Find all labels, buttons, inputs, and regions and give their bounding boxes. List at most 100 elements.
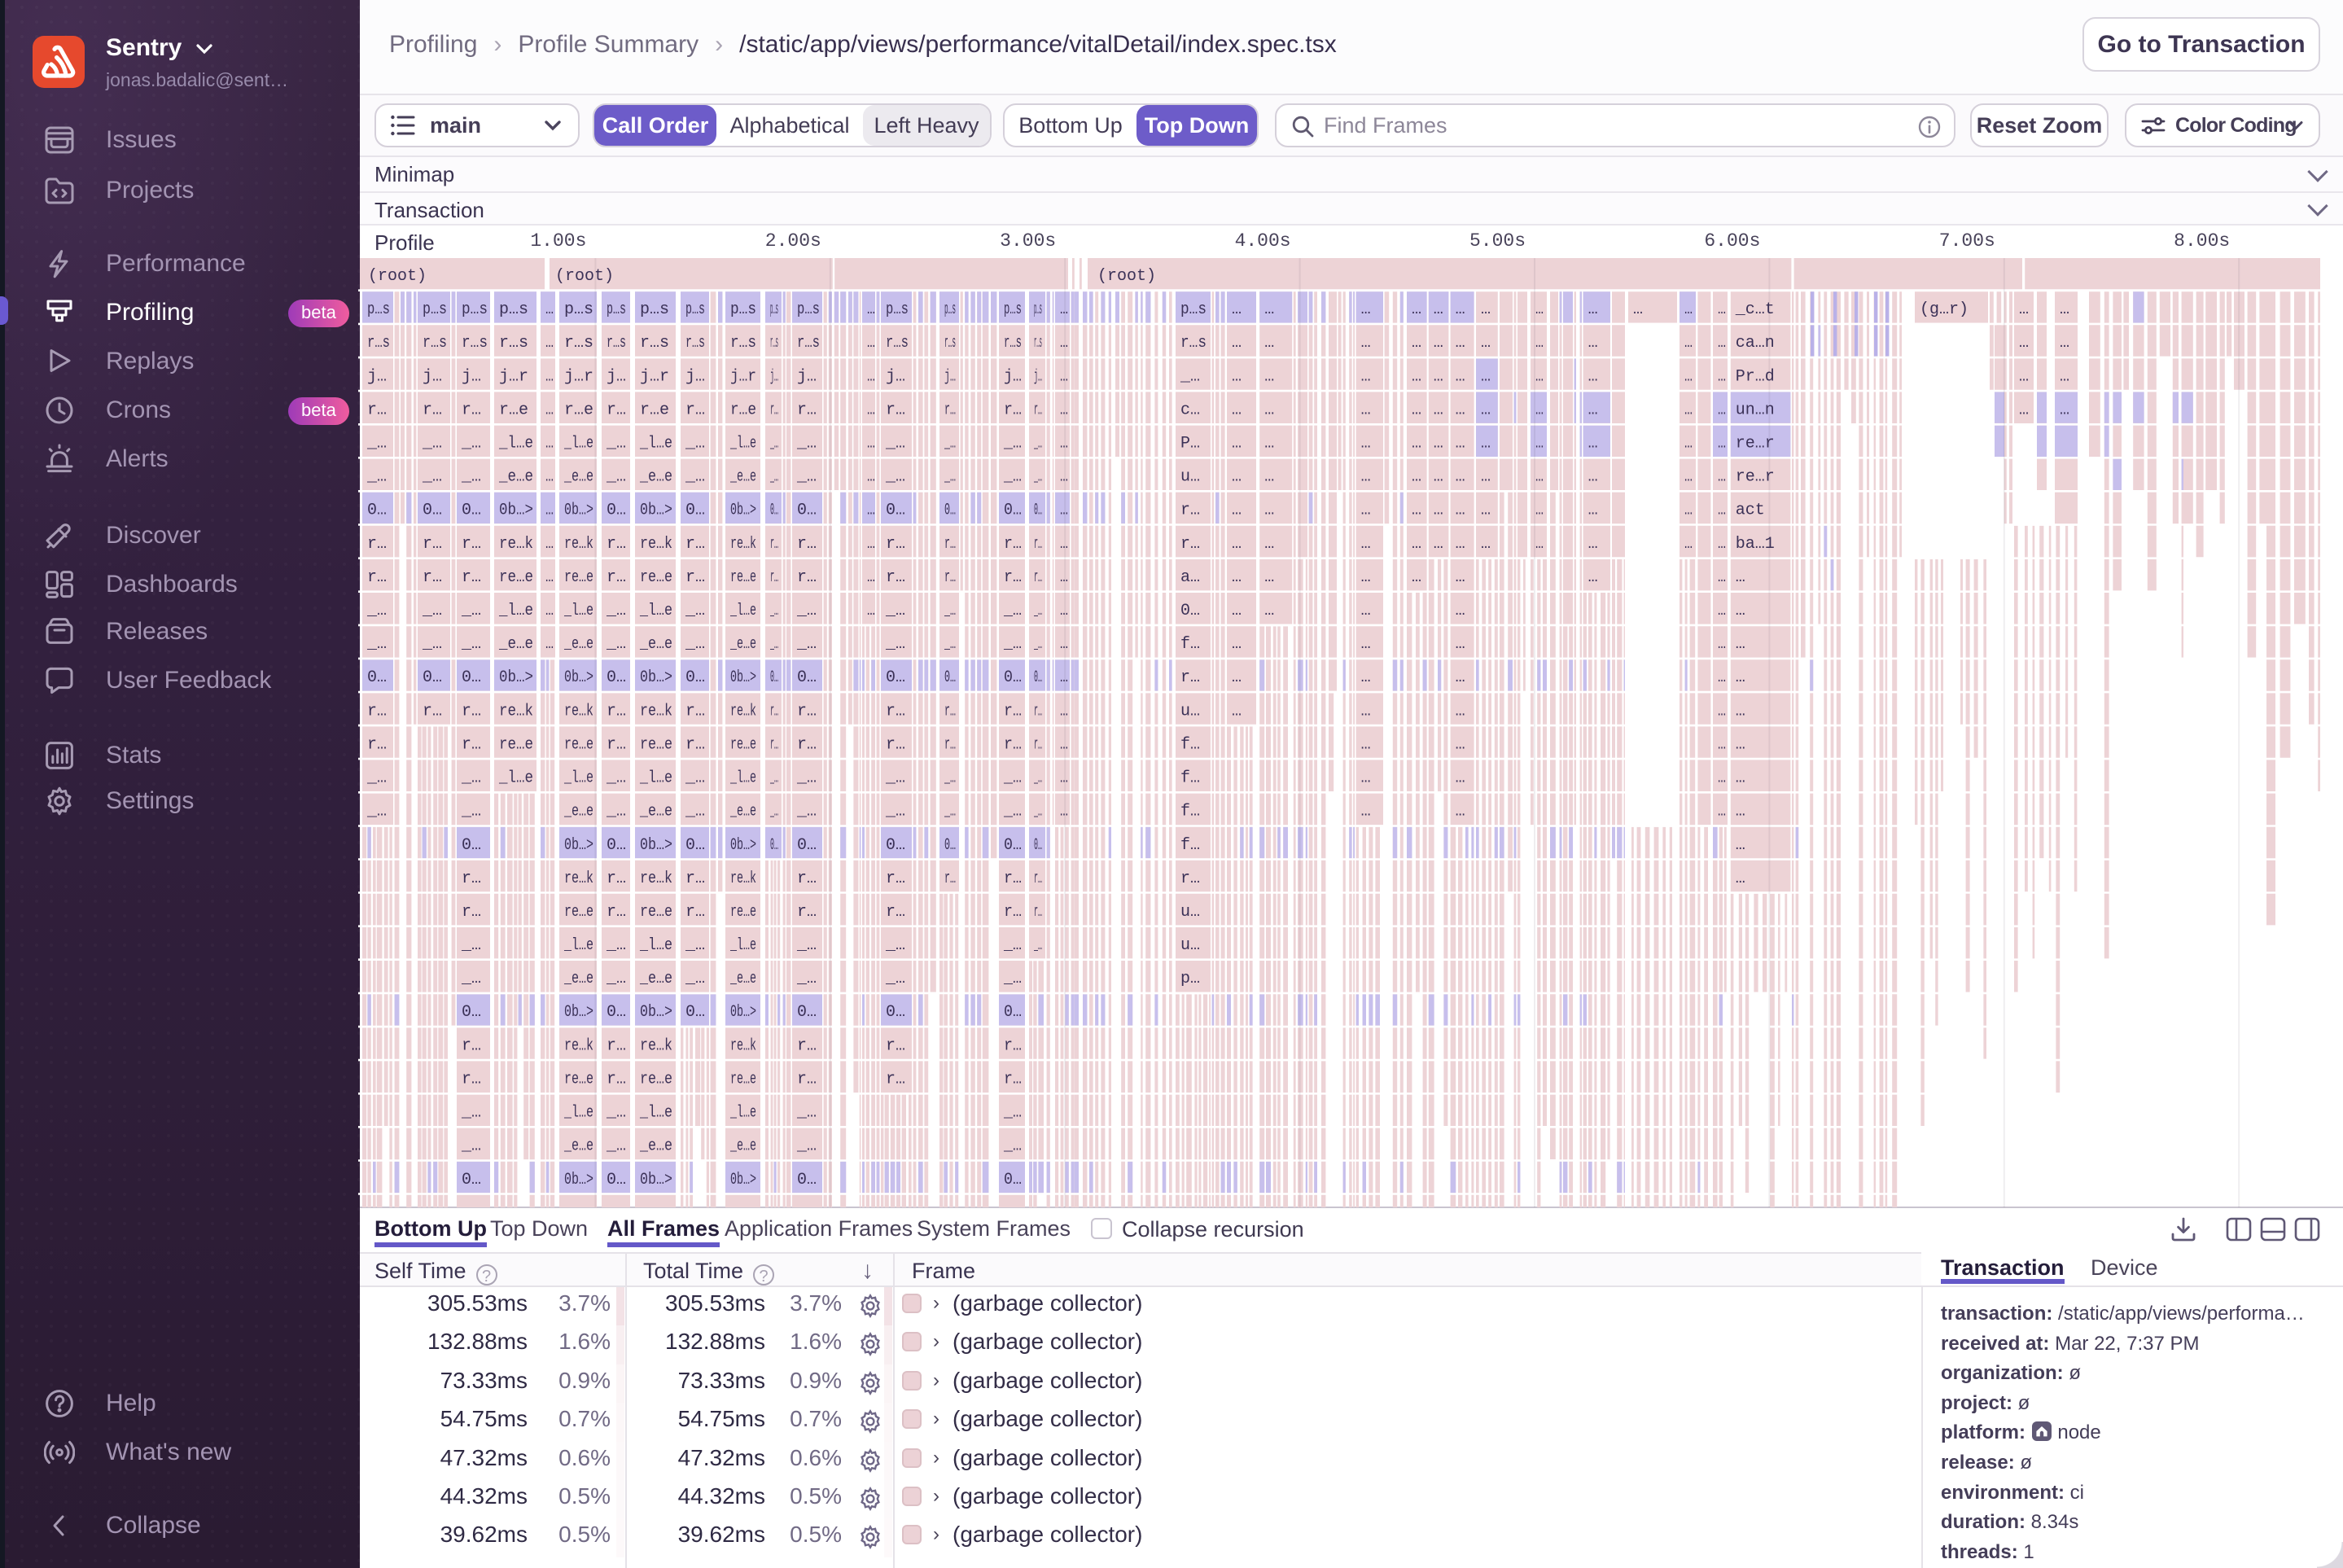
svg-text:r…: r… (797, 401, 817, 419)
svg-text:…: … (1232, 367, 1242, 386)
svg-text:re…k: re…k (564, 1036, 593, 1055)
svg-text:re…e: re…e (564, 735, 593, 754)
svg-text:0b…>: 0b…> (640, 1171, 672, 1189)
svg-text:…: … (1736, 769, 1745, 788)
svg-text:r…: r… (1180, 869, 1200, 888)
svg-text:re…e: re…e (640, 568, 672, 587)
svg-text:r…: r… (1004, 1036, 1022, 1055)
svg-text:…: … (1684, 501, 1693, 520)
svg-text:0b…>: 0b…> (730, 836, 756, 855)
svg-text:_l…e: _l…e (729, 936, 756, 955)
svg-text:0…: 0… (770, 501, 778, 520)
svg-text:_l…e: _l…e (639, 434, 672, 453)
svg-text:r…: r… (462, 1036, 481, 1055)
svg-text:…: … (1264, 602, 1274, 620)
svg-text:…: … (867, 602, 875, 620)
svg-text:r…: r… (607, 903, 626, 922)
svg-text:…: … (1456, 803, 1465, 821)
svg-text:…: … (2060, 300, 2069, 319)
svg-text:…: … (1456, 501, 1465, 520)
svg-text:_…: _… (461, 1103, 481, 1122)
svg-text:r…: r… (685, 702, 705, 720)
svg-text:…: … (1456, 735, 1465, 754)
svg-text:r…s: r…s (564, 334, 593, 353)
svg-text:…: … (1412, 334, 1421, 353)
svg-text:_e…e: _e…e (639, 1137, 672, 1156)
svg-text:r…: r… (886, 568, 905, 587)
svg-text:…: … (1232, 702, 1242, 720)
svg-text:(root): (root) (368, 267, 427, 286)
svg-text:_c…t: _c…t (1735, 300, 1775, 319)
svg-text:0…: 0… (1034, 668, 1042, 687)
svg-text:p…s: p…s (886, 300, 909, 319)
svg-text:…: … (545, 468, 554, 487)
svg-text:j…: j… (1004, 367, 1022, 386)
svg-text:…: … (545, 602, 554, 620)
svg-text:re…k: re…k (640, 535, 672, 554)
svg-text:…: … (1588, 535, 1598, 554)
svg-text:r…: r… (886, 401, 905, 419)
svg-text:…: … (1456, 668, 1465, 687)
svg-text:_…: _… (1003, 936, 1022, 955)
svg-text:…: … (1361, 434, 1371, 453)
svg-text:0…: 0… (607, 668, 626, 687)
svg-text:j…: j… (423, 367, 442, 386)
svg-text:…: … (1264, 300, 1274, 319)
svg-text:…: … (867, 535, 875, 554)
svg-text:_l…e: _l…e (729, 769, 756, 788)
svg-text:r…: r… (607, 568, 626, 587)
svg-text:r…: r… (1004, 1070, 1022, 1088)
svg-text:…: … (1412, 501, 1421, 520)
svg-text:a…: a… (1180, 568, 1200, 587)
svg-text:ca…n: ca…n (1736, 334, 1775, 353)
svg-text:r…: r… (1034, 869, 1042, 888)
svg-text:_…: _… (1003, 1103, 1022, 1122)
svg-text:0…: 0… (607, 1003, 626, 1022)
svg-text:_…: _… (461, 769, 481, 788)
svg-text:j…: j… (367, 367, 387, 386)
svg-text:…: … (2060, 367, 2069, 386)
svg-text:ba…1: ba…1 (1736, 535, 1775, 554)
svg-text:_…: _… (366, 769, 387, 788)
svg-text:…: … (1456, 568, 1465, 587)
svg-text:…: … (1535, 468, 1544, 487)
svg-text:re…k: re…k (730, 535, 756, 554)
svg-text:r…: r… (685, 568, 705, 587)
svg-text:…: … (1060, 334, 1068, 353)
svg-text:_l…e: _l…e (729, 1103, 756, 1122)
svg-text:re…e: re…e (499, 568, 533, 587)
svg-text:…: … (867, 434, 875, 453)
svg-text:r…: r… (685, 401, 705, 419)
svg-text:0…: 0… (607, 501, 626, 520)
svg-text:_…: _… (770, 434, 778, 453)
svg-text:r…: r… (423, 401, 442, 419)
svg-text:0b…>: 0b…> (640, 836, 672, 855)
svg-text:r…: r… (685, 869, 705, 888)
svg-text:0…: 0… (367, 501, 387, 520)
svg-text:0…: 0… (797, 668, 817, 687)
svg-text:…: … (1232, 668, 1242, 687)
svg-text:j…r: j…r (564, 367, 593, 386)
svg-text:u…: u… (1180, 702, 1200, 720)
svg-text:…: … (1588, 300, 1598, 319)
svg-text:r…: r… (423, 568, 442, 587)
svg-text:_…: _… (1034, 803, 1042, 821)
svg-text:_l…e: _l…e (729, 434, 756, 453)
svg-text:re…e: re…e (564, 568, 593, 587)
svg-text:r…: r… (886, 903, 905, 922)
svg-text:0b…>: 0b…> (730, 501, 756, 520)
svg-text:r…: r… (944, 568, 956, 587)
svg-text:_…: _… (606, 1103, 626, 1122)
svg-text:…: … (1412, 401, 1421, 419)
svg-text:…: … (1736, 602, 1745, 620)
svg-text:_…: _… (944, 468, 956, 487)
svg-text:…: … (1412, 535, 1421, 554)
svg-text:0…: 0… (423, 501, 442, 520)
svg-text:f…: f… (1180, 635, 1200, 654)
svg-text:(root): (root) (555, 267, 614, 286)
svg-text:j…: j… (462, 367, 481, 386)
svg-text:_l…e: _l…e (563, 769, 593, 788)
svg-text:r…s: r…s (1180, 334, 1207, 353)
svg-text:_…: _… (796, 970, 817, 988)
svg-text:p…s: p…s (730, 300, 756, 319)
